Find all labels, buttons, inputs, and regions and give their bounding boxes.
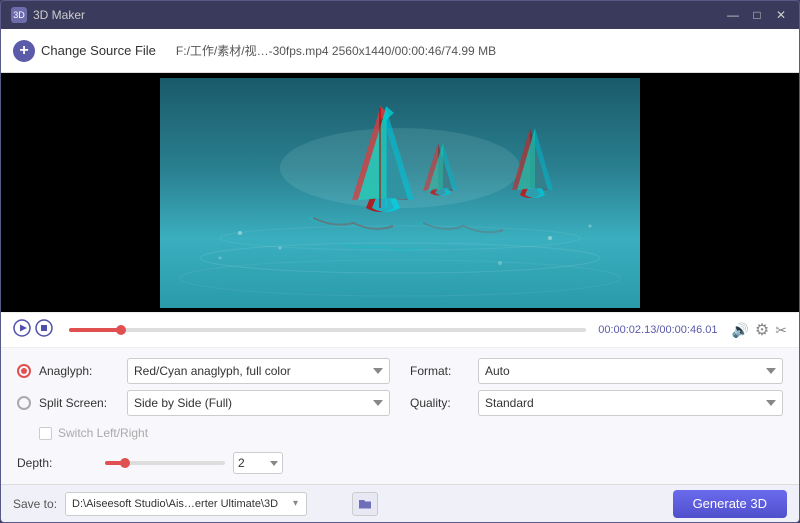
file-info: F:/工作/素材/视…-30fps.mp4 2560x1440/00:00:46… bbox=[176, 42, 496, 59]
play-button[interactable] bbox=[13, 319, 31, 342]
settings-columns: Anaglyph: Red/Cyan anaglyph, full color … bbox=[17, 358, 783, 474]
switch-left-right-row: Switch Left/Right bbox=[39, 426, 390, 440]
save-path-input[interactable] bbox=[65, 492, 285, 516]
save-path-container: ▾ bbox=[65, 492, 344, 516]
bottom-bar: Save to: ▾ Generate 3D bbox=[1, 484, 799, 522]
format-row: Format: Auto MP4 AVI bbox=[410, 358, 783, 384]
quality-row: Quality: Standard High Ultra bbox=[410, 390, 783, 416]
app-window: 3D 3D Maker — □ ✕ + Change Source File F… bbox=[0, 0, 800, 523]
depth-slider[interactable] bbox=[105, 461, 225, 465]
stop-button[interactable] bbox=[35, 319, 53, 342]
format-select[interactable]: Auto MP4 AVI bbox=[478, 358, 783, 384]
app-title: 3D Maker bbox=[33, 8, 725, 22]
depth-handle[interactable] bbox=[120, 458, 130, 468]
anaglyph-label: Anaglyph: bbox=[39, 364, 119, 378]
open-folder-button[interactable] bbox=[352, 492, 378, 516]
volume-icon[interactable]: 🔊 bbox=[731, 322, 748, 339]
toolbar: + Change Source File F:/工作/素材/视…-30fps.m… bbox=[1, 29, 799, 73]
plus-icon: + bbox=[13, 40, 35, 62]
split-screen-label: Split Screen: bbox=[39, 396, 119, 410]
video-frame bbox=[160, 78, 640, 308]
split-screen-row: Split Screen: Side by Side (Full) Side b… bbox=[17, 390, 390, 416]
right-settings-column: Format: Auto MP4 AVI Quality: Standard H… bbox=[410, 358, 783, 474]
time-display: 00:00:02.13/00:00:46.01 bbox=[598, 324, 717, 336]
progress-handle[interactable] bbox=[116, 325, 126, 335]
video-area bbox=[1, 73, 799, 312]
video-preview bbox=[1, 73, 799, 312]
progress-fill bbox=[69, 328, 121, 332]
depth-label: Depth: bbox=[17, 456, 97, 470]
left-settings-column: Anaglyph: Red/Cyan anaglyph, full color … bbox=[17, 358, 390, 474]
quality-label: Quality: bbox=[410, 396, 470, 410]
close-button[interactable]: ✕ bbox=[773, 8, 789, 22]
title-bar: 3D 3D Maker — □ ✕ bbox=[1, 1, 799, 29]
settings-area: Anaglyph: Red/Cyan anaglyph, full color … bbox=[1, 348, 799, 484]
settings-icon[interactable]: ⚙ bbox=[755, 320, 769, 340]
save-to-label: Save to: bbox=[13, 497, 57, 511]
depth-row: Depth: 2 1 3 bbox=[17, 452, 390, 474]
quality-select[interactable]: Standard High Ultra bbox=[478, 390, 783, 416]
window-controls: — □ ✕ bbox=[725, 8, 789, 22]
anaglyph-radio[interactable] bbox=[17, 364, 31, 378]
app-icon: 3D bbox=[11, 7, 27, 23]
split-screen-radio[interactable] bbox=[17, 396, 31, 410]
split-screen-select[interactable]: Side by Side (Full) Side by Side (Half) bbox=[127, 390, 390, 416]
save-path-dropdown[interactable]: ▾ bbox=[285, 492, 307, 516]
format-label: Format: bbox=[410, 364, 470, 378]
maximize-button[interactable]: □ bbox=[749, 8, 765, 22]
switch-left-right-checkbox[interactable] bbox=[39, 427, 52, 440]
anaglyph-row: Anaglyph: Red/Cyan anaglyph, full color … bbox=[17, 358, 390, 384]
switch-left-right-label: Switch Left/Right bbox=[58, 426, 148, 440]
progress-bar[interactable] bbox=[69, 328, 586, 332]
change-source-button[interactable]: + Change Source File bbox=[13, 40, 156, 62]
cut-icon[interactable]: ✂ bbox=[775, 322, 787, 339]
minimize-button[interactable]: — bbox=[725, 8, 741, 22]
controls-bar: 00:00:02.13/00:00:46.01 🔊 ⚙ ✂ bbox=[1, 312, 799, 348]
generate-3d-button[interactable]: Generate 3D bbox=[673, 490, 787, 518]
change-source-label: Change Source File bbox=[41, 43, 156, 58]
anaglyph-select[interactable]: Red/Cyan anaglyph, full color Red/Cyan a… bbox=[127, 358, 390, 384]
depth-select[interactable]: 2 1 3 bbox=[233, 452, 283, 474]
